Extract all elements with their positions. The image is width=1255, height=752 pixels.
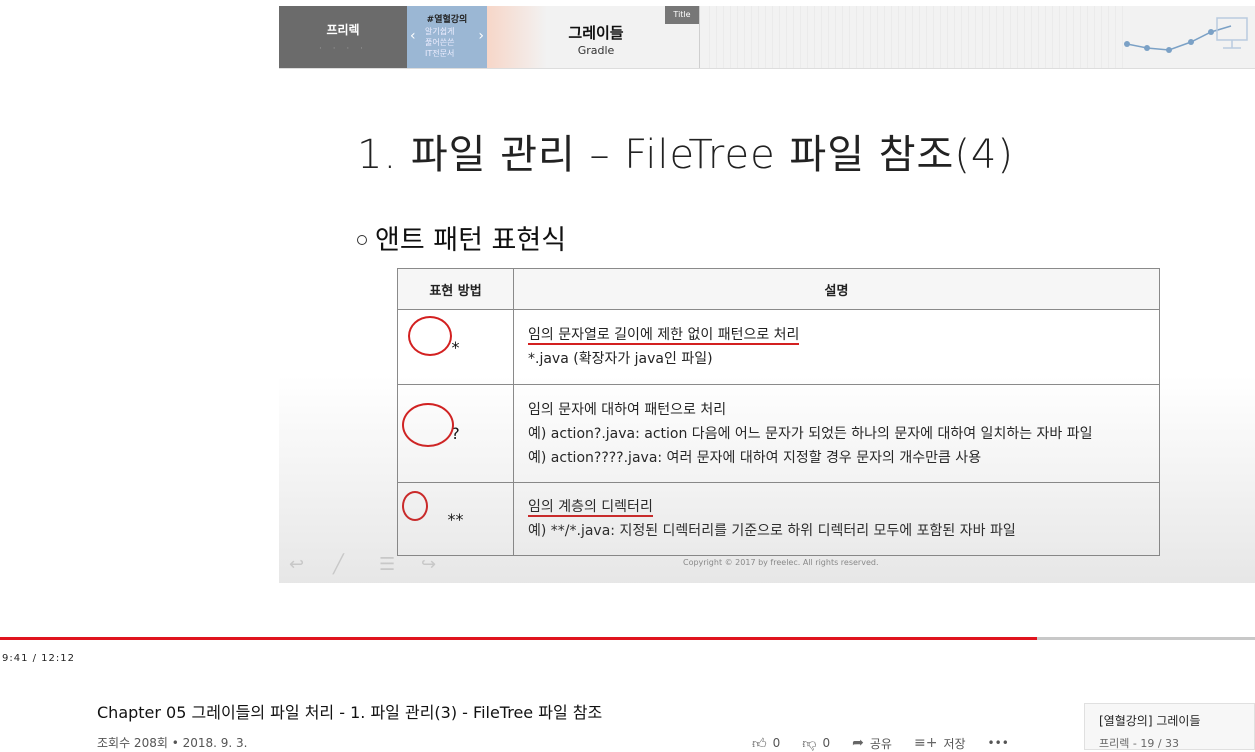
dislike-button[interactable]: 👎︎ 0 xyxy=(802,735,830,752)
annotation-circle xyxy=(402,403,454,447)
description-line: 임의 계층의 디렉터리 xyxy=(528,495,1145,519)
description-line: 예) action?.java: action 다음에 어느 문자가 되었든 하… xyxy=(528,425,1093,442)
more-button[interactable]: ••• xyxy=(988,736,1009,750)
table-cell-description: 임의 문자에 대하여 패턴으로 처리 예) action?.java: acti… xyxy=(513,384,1160,483)
annotated-text: 임의 문자열로 길이에 제한 없이 패턴으로 처리 xyxy=(528,327,800,345)
share-icon: ➦ xyxy=(852,735,864,751)
table-header: 설명 xyxy=(513,268,1160,310)
description-line: *.java (확장자가 java인 파일) xyxy=(528,351,713,367)
nav-prev-icon[interactable]: ↩ xyxy=(289,554,304,575)
brand-dots: · · · · xyxy=(318,43,368,54)
share-label: 공유 xyxy=(869,736,892,751)
description-line: 예) **/*.java: 지정된 디렉터리를 기준으로 하위 디렉터리 모두에… xyxy=(528,523,1016,539)
promo-banner[interactable]: ‹ #열혈강의 알기쉽게 풀어쓴쓴 IT전문서 › xyxy=(407,6,487,68)
slide-footer: ↩ ╱ ☰ ↪ Copyright © 2017 by freelec. All… xyxy=(279,554,1255,575)
playlist-subtitle: 프리렉 - 19 / 33 xyxy=(1099,737,1180,750)
progress-fill xyxy=(0,637,1037,640)
chevron-right-icon[interactable]: › xyxy=(478,28,484,44)
nav-next-icon[interactable]: ↪ xyxy=(421,554,436,575)
playlist-title: [열혈강의] 그레이들 xyxy=(1099,714,1201,728)
promo-line: 풀어쓴쓴 xyxy=(425,38,455,47)
annotated-text: 임의 계층의 디렉터리 xyxy=(528,499,653,517)
progress-bar[interactable] xyxy=(0,637,1255,640)
table-cell-description: 임의 문자열로 길이에 제한 없이 패턴으로 처리 *.java (확장자가 j… xyxy=(513,309,1160,385)
header-divider xyxy=(699,6,700,68)
annotation-circle xyxy=(402,491,428,521)
brand-name: 프리렉 xyxy=(326,22,360,37)
pattern-table: 표현 방법 설명 * 임의 문자열로 길이에 제한 없이 패턴으로 처리 *.j… xyxy=(397,268,1160,556)
table-cell-symbol: ? xyxy=(397,384,514,483)
promo-line: IT전문서 xyxy=(425,49,455,58)
slide-bullet: 앤트 패턴 표현식 xyxy=(357,218,566,257)
video-meta: 조회수 208회 • 2018. 9. 3. xyxy=(97,736,248,750)
table-cell-description: 임의 계층의 디렉터리 예) **/*.java: 지정된 디렉터리를 기준으로… xyxy=(513,482,1160,556)
table-cell-symbol: ** xyxy=(397,482,514,556)
network-decoration-icon xyxy=(1124,17,1248,53)
save-icon: ≡+ xyxy=(913,735,938,751)
share-button[interactable]: ➦ 공유 xyxy=(852,735,892,752)
promo-tag: #열혈강의 xyxy=(426,15,468,25)
promo-lines: 알기쉽게 풀어쓴쓴 IT전문서 xyxy=(425,26,454,59)
table-cell-symbol: * xyxy=(397,309,514,385)
playlist-panel[interactable]: [열혈강의] 그레이들 프리렉 - 19 / 33 xyxy=(1084,703,1255,750)
video-title: Chapter 05 그레이들의 파일 처리 - 1. 파일 관리(3) - F… xyxy=(97,703,603,722)
save-button[interactable]: ≡+ 저장 xyxy=(914,735,966,752)
table-header: 표현 방법 xyxy=(397,268,514,310)
course-title-en: Gradle xyxy=(577,44,615,57)
table-row: ? 임의 문자에 대하여 패턴으로 처리 예) action?.java: ac… xyxy=(397,384,1160,483)
video-player[interactable]: 프리렉 · · · · ‹ #열혈강의 알기쉽게 풀어쓴쓴 IT전문서 › 그레… xyxy=(279,6,1255,583)
timecode: 9:41 / 12:12 xyxy=(2,653,76,664)
annotation-circle xyxy=(408,316,452,356)
header-stripes xyxy=(703,6,1123,68)
copyright-text: Copyright © 2017 by freelec. All rights … xyxy=(683,558,879,567)
chevron-left-icon[interactable]: ‹ xyxy=(410,28,416,44)
pattern-symbol: * xyxy=(451,337,460,357)
like-count: 0 xyxy=(772,736,781,750)
bullet-text: 앤트 패턴 표현식 xyxy=(375,225,567,256)
description-line: 임의 문자열로 길이에 제한 없이 패턴으로 처리 xyxy=(528,323,1145,347)
title-tag: Title xyxy=(665,6,699,24)
save-label: 저장 xyxy=(943,736,966,751)
promo-line: 알기쉽게 xyxy=(425,27,455,36)
more-icon: ••• xyxy=(987,736,1009,750)
dislike-icon: 👎︎ xyxy=(802,735,817,752)
nav-pen-icon[interactable]: ╱ xyxy=(333,554,344,575)
like-icon: 👍︎ xyxy=(752,735,767,752)
course-title: 그레이들 Gradle xyxy=(541,22,651,57)
like-button[interactable]: 👍︎ 0 xyxy=(752,735,780,752)
slide-header: 프리렉 · · · · ‹ #열혈강의 알기쉽게 풀어쓴쓴 IT전문서 › 그레… xyxy=(279,6,1255,69)
course-title-ko: 그레이들 xyxy=(568,24,624,42)
description-line: 예) action????.java: 여러 문자에 대하여 지정할 경우 문자… xyxy=(528,449,982,466)
table-header-row: 표현 방법 설명 xyxy=(397,268,1160,310)
brand-tab: 프리렉 · · · · xyxy=(279,6,407,68)
dislike-count: 0 xyxy=(822,736,831,750)
description-line: 임의 문자에 대하여 패턴으로 처리 xyxy=(528,401,727,418)
video-actions: 👍︎ 0 👎︎ 0 ➦ 공유 ≡+ 저장 ••• xyxy=(752,734,1031,752)
table-row: * 임의 문자열로 길이에 제한 없이 패턴으로 처리 *.java (확장자가… xyxy=(397,309,1160,385)
slide-title: 1. 파일 관리 – FileTree 파일 참조(4) xyxy=(357,132,1014,178)
nav-menu-icon[interactable]: ☰ xyxy=(379,554,395,575)
pattern-symbol: ** xyxy=(447,509,464,529)
promo-glow xyxy=(487,6,547,68)
table-row: ** 임의 계층의 디렉터리 예) **/*.java: 지정된 디렉터리를 기… xyxy=(397,482,1160,556)
bullet-icon xyxy=(357,234,367,245)
